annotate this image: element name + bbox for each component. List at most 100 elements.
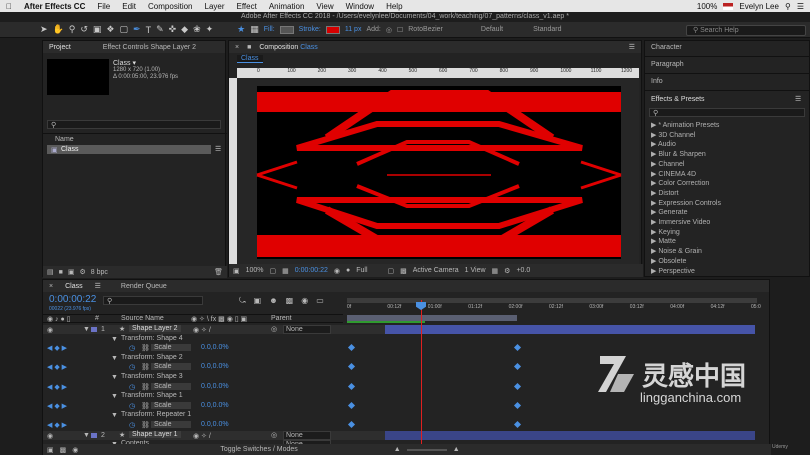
timeline-search-input[interactable]: ⚲ (103, 296, 203, 305)
transparency-icon[interactable]: ▩ (400, 267, 407, 275)
property-row[interactable]: ◀ ◆ ▶ ◷ ⛓ Scale 0.0,0.0% (43, 363, 385, 372)
stopwatch-icon[interactable]: ◷ (129, 383, 135, 391)
keyframe-icon[interactable] (513, 401, 522, 409)
keyframe-icon[interactable] (513, 382, 522, 390)
label-color-swatch[interactable] (91, 432, 97, 438)
star-icon[interactable]: ★ (237, 24, 245, 35)
tab-timeline-comp[interactable]: Class (59, 283, 89, 290)
color-channel-icon[interactable]: ● (346, 267, 350, 274)
zoom-slider[interactable] (406, 448, 447, 451)
eye-icon[interactable]: ◉ (47, 432, 53, 440)
layer-name[interactable]: Shape Layer 2 (129, 325, 181, 332)
effect-category[interactable]: ▶ Obsolete (651, 257, 686, 265)
column-source-name[interactable]: Source Name (121, 315, 164, 322)
comp-flow-icon[interactable]: ⤿ (239, 296, 246, 306)
menu-animation[interactable]: Animation (263, 2, 311, 11)
effect-category[interactable]: ▶ Color Correction (651, 179, 709, 187)
link-icon[interactable]: ⛓ (141, 402, 150, 410)
keyframe-nav-icon[interactable]: ◀ ◆ ▶ (47, 363, 67, 371)
interpret-icon[interactable]: ▤ (47, 268, 54, 276)
twirl-icon[interactable]: ▼ (83, 326, 90, 333)
effect-category[interactable]: ▶ Perspective (651, 267, 695, 275)
property-group-row[interactable]: ▼ Transform: Shape 4 (43, 335, 385, 344)
property-value[interactable]: 0.0,0.0% (201, 344, 229, 351)
twirl-icon[interactable]: ▼ (83, 432, 90, 439)
panel-character[interactable]: Character (651, 44, 682, 51)
work-area-bar[interactable] (347, 298, 757, 303)
zoom-out-icon[interactable]: ▲ (394, 446, 401, 453)
group-name[interactable]: Transform: Shape 3 (121, 373, 183, 380)
effect-category[interactable]: ▶ CINEMA 4D (651, 170, 696, 178)
keyframe-nav-icon[interactable]: ◀ ◆ ▶ (47, 383, 67, 391)
column-parent[interactable]: Parent (271, 315, 292, 322)
current-time-indicator[interactable] (421, 300, 422, 450)
graph-editor-icon[interactable]: ▭ (316, 296, 324, 306)
zoom-in-icon[interactable]: ▲ (453, 446, 460, 453)
menu-view[interactable]: View (310, 2, 339, 11)
keyframe-icon[interactable] (513, 344, 522, 352)
view-dropdown[interactable]: 1 View (465, 267, 486, 274)
effect-category[interactable]: ▶ Immersive Video (651, 218, 710, 226)
always-preview-icon[interactable]: ▣ (233, 267, 240, 275)
group-name[interactable]: Transform: Repeater 1 (121, 411, 191, 418)
effect-category[interactable]: ▶ 3D Channel (651, 131, 695, 139)
layer-row[interactable]: ◉ ▼ 2 ★ Shape Layer 1 ◉ ✧ / ◎ None (43, 430, 385, 440)
parent-dropdown[interactable]: None (283, 430, 331, 440)
exposure-value[interactable]: +0.0 (516, 267, 530, 274)
shy-icon[interactable]: ☻ (269, 296, 277, 306)
stroke-width[interactable]: 11 px (345, 26, 362, 33)
group-name[interactable]: Transform: Shape 4 (121, 335, 183, 342)
rotate-tool-icon[interactable]: ↺ (80, 24, 88, 35)
effects-search-input[interactable]: ⚲ (649, 108, 805, 117)
comp-viewer[interactable] (237, 78, 639, 264)
comp-menu-icon[interactable]: ☰ (623, 43, 641, 51)
expand-transfer-icon[interactable]: ▩ (60, 446, 67, 454)
effect-category[interactable]: ▶ Audio (651, 140, 676, 148)
link-icon[interactable]: ⛓ (141, 421, 150, 429)
expand-layer-icon[interactable]: ▣ (47, 446, 54, 454)
group-name[interactable]: Transform: Shape 1 (121, 392, 183, 399)
toggle-switches-modes[interactable]: Toggle Switches / Modes (220, 446, 297, 453)
menu-composition[interactable]: Composition (142, 2, 198, 11)
property-group-row[interactable]: ▼ Transform: Shape 3 (43, 373, 385, 382)
link-icon[interactable]: ⛓ (141, 363, 150, 371)
camera-tool-icon[interactable]: ▣ (93, 24, 102, 35)
region-icon[interactable]: ▦ (282, 267, 289, 275)
project-search-input[interactable]: ⚲ (47, 120, 221, 129)
workspace-default[interactable]: Default (481, 26, 503, 33)
trash-icon[interactable]: 🗑 (214, 268, 223, 276)
effects-menu-icon[interactable]: ☰ (795, 95, 801, 103)
bpc-label[interactable]: 8 bpc (91, 269, 108, 276)
pan-behind-tool-icon[interactable]: ❖ (106, 24, 114, 35)
add-dropdown-icon[interactable]: ◎ (386, 26, 392, 34)
parent-pick-icon[interactable]: ◎ (271, 431, 277, 439)
resolution-dropdown[interactable]: Full (356, 267, 367, 274)
settings-icon[interactable]: ⚙ (79, 268, 85, 276)
new-comp-icon[interactable]: ▣ (68, 268, 75, 276)
link-icon[interactable]: ⛓ (141, 344, 150, 352)
effect-category[interactable]: ▶ Noise & Grain (651, 247, 702, 255)
fill-swatch[interactable] (279, 25, 294, 34)
stopwatch-icon[interactable]: ◷ (129, 421, 135, 429)
tab-composition[interactable]: Composition Class (253, 44, 323, 51)
puppet-tool-icon[interactable]: ✦ (206, 24, 214, 35)
parent-pick-icon[interactable]: ◎ (271, 325, 277, 333)
layer-switches[interactable]: ◉ ✧ / (193, 326, 211, 334)
keyframe-nav-icon[interactable]: ◀ ◆ ▶ (47, 421, 67, 429)
property-value[interactable]: 0.0,0.0% (201, 421, 229, 428)
zoom-level[interactable]: 100% (246, 267, 264, 274)
effect-category[interactable]: ▶ Expression Controls (651, 199, 721, 207)
menu-list-icon[interactable]: ☰ (797, 2, 804, 11)
hand-tool-icon[interactable]: ✋ (53, 24, 64, 35)
twirl-icon[interactable]: ▼ (111, 374, 118, 381)
effect-category[interactable]: ▶ Distort (651, 189, 679, 197)
property-row[interactable]: ◀ ◆ ▶ ◷ ⛓ Scale 0.0,0.0% (43, 344, 385, 353)
menu-file[interactable]: File (91, 2, 116, 11)
pen-tool-icon[interactable]: ✒ (133, 24, 141, 35)
grid-icon[interactable]: ▦ (492, 267, 499, 275)
brush-tool-icon[interactable]: ✎ (156, 24, 164, 35)
user-name[interactable]: Evelyn Lee (739, 2, 779, 11)
property-group-row[interactable]: ▼ Transform: Repeater 1 (43, 411, 385, 420)
column-name[interactable]: Name (55, 136, 74, 143)
twirl-icon[interactable]: ▼ (111, 336, 118, 343)
